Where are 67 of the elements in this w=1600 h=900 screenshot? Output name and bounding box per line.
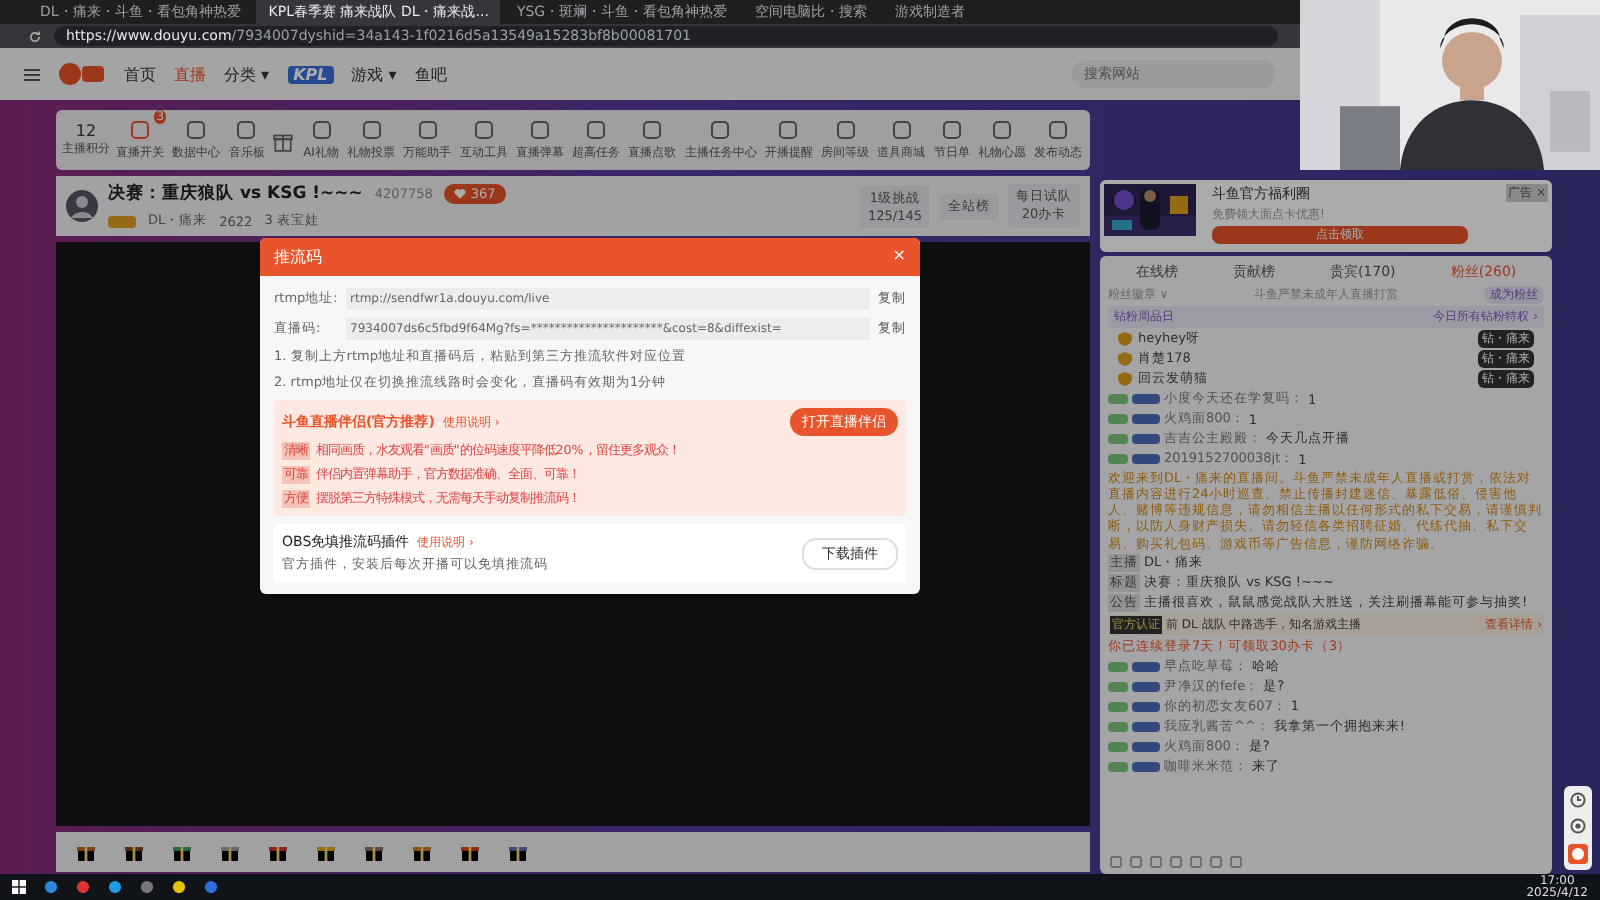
nav-link[interactable]: 鱼吧 bbox=[414, 63, 447, 85]
gift-icon[interactable] bbox=[508, 842, 528, 862]
fan-badge bbox=[1132, 414, 1160, 424]
square-icon[interactable] bbox=[1150, 856, 1162, 868]
tool-square-icon[interactable] bbox=[186, 119, 207, 139]
fan-badge bbox=[1132, 661, 1160, 672]
level-badge bbox=[108, 215, 136, 227]
app-icon[interactable] bbox=[108, 880, 122, 894]
gift-icon[interactable] bbox=[316, 842, 336, 862]
tool-square-icon[interactable] bbox=[778, 119, 799, 139]
tool-square-icon[interactable] bbox=[710, 119, 731, 139]
stream-title: 决赛：重庆狼队 vs KSG !~~~ bbox=[108, 182, 363, 206]
fan-badge bbox=[1132, 741, 1160, 752]
fan-badge bbox=[1132, 434, 1160, 444]
gift-icon[interactable] bbox=[412, 842, 432, 862]
fan-badge bbox=[1132, 394, 1160, 404]
kpl-logo[interactable]: KPL bbox=[287, 65, 334, 83]
gift-icon[interactable] bbox=[124, 842, 144, 862]
gift-icon[interactable] bbox=[272, 129, 295, 151]
square-icon[interactable] bbox=[1210, 856, 1222, 868]
tool-square-icon[interactable] bbox=[891, 119, 912, 139]
menu-icon[interactable] bbox=[24, 67, 40, 81]
avatar-icon bbox=[66, 190, 98, 222]
tool-square-icon[interactable] bbox=[835, 119, 856, 139]
square-icon[interactable] bbox=[1190, 856, 1202, 868]
square-icon[interactable] bbox=[1130, 856, 1142, 868]
square-icon[interactable] bbox=[1170, 856, 1182, 868]
tool-square-icon[interactable] bbox=[991, 119, 1012, 139]
square-icon[interactable] bbox=[1230, 856, 1242, 868]
fan-badge bbox=[1132, 454, 1160, 464]
app-icon[interactable] bbox=[172, 880, 186, 894]
tool-square-icon[interactable] bbox=[311, 119, 331, 139]
tool-square-icon[interactable] bbox=[642, 119, 663, 139]
nav-link[interactable]: 游戏 ▾ bbox=[351, 63, 397, 85]
heart-icon bbox=[454, 188, 467, 200]
tool-square-icon[interactable] bbox=[586, 119, 607, 139]
fan-badge bbox=[1132, 721, 1160, 732]
mascot-icon[interactable] bbox=[1568, 844, 1588, 864]
tool-square-icon[interactable] bbox=[361, 119, 382, 139]
fan-badge bbox=[1132, 681, 1160, 692]
clock-icon[interactable] bbox=[1570, 792, 1586, 808]
gift-icon[interactable] bbox=[76, 842, 96, 862]
gift-icon[interactable] bbox=[364, 842, 384, 862]
nav-link[interactable]: 分类 ▾ bbox=[224, 63, 270, 85]
gift-icon[interactable] bbox=[172, 842, 192, 862]
tool-square-icon[interactable] bbox=[473, 119, 494, 139]
gift-icon[interactable] bbox=[460, 842, 480, 862]
dialog-title: 推流码 bbox=[274, 246, 322, 268]
gift-icon[interactable] bbox=[220, 842, 240, 862]
fan-badge bbox=[1132, 701, 1160, 712]
tool-square-icon[interactable] bbox=[1048, 119, 1069, 139]
tool-square-icon[interactable] bbox=[941, 119, 962, 139]
gift-icon[interactable] bbox=[268, 842, 288, 862]
nav-link[interactable]: 直播 bbox=[174, 63, 206, 85]
nav-link[interactable]: 首页 bbox=[124, 63, 156, 85]
settings-icon[interactable] bbox=[1570, 818, 1586, 834]
reload-icon[interactable] bbox=[28, 29, 42, 43]
tool-square-icon[interactable] bbox=[417, 119, 438, 139]
square-icon[interactable] bbox=[1110, 856, 1122, 868]
fan-badge bbox=[1132, 761, 1160, 772]
app-icon[interactable] bbox=[44, 880, 58, 894]
score-value: 12 bbox=[75, 122, 97, 140]
windows-start-icon[interactable] bbox=[12, 880, 26, 894]
close-button[interactable]: × bbox=[892, 246, 906, 268]
tool-square-icon[interactable] bbox=[236, 119, 257, 139]
tool-square-icon[interactable] bbox=[130, 119, 151, 139]
tool-square-icon[interactable] bbox=[529, 119, 550, 139]
